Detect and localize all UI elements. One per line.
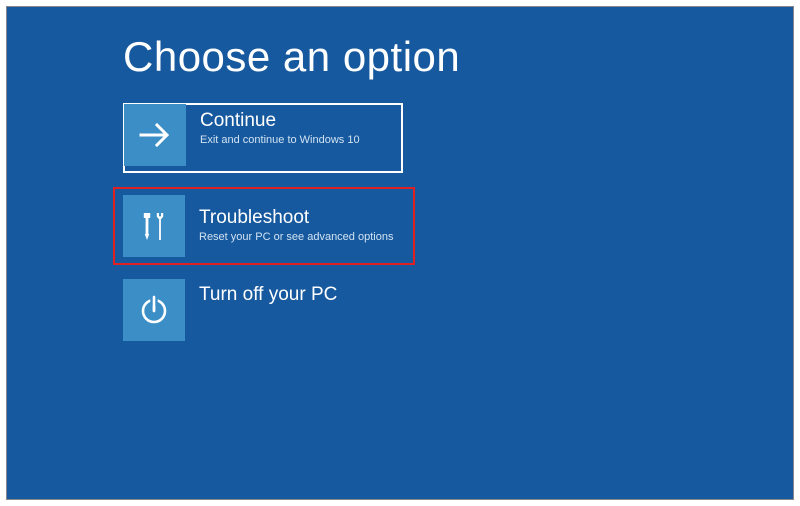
page-title: Choose an option (123, 33, 460, 81)
option-continue-text: Continue Exit and continue to Windows 10 (186, 105, 360, 147)
power-icon (123, 279, 185, 341)
option-troubleshoot[interactable]: Troubleshoot Reset your PC or see advanc… (113, 187, 415, 265)
option-subtitle: Exit and continue to Windows 10 (200, 134, 360, 147)
option-turnoff-text: Turn off your PC (185, 279, 337, 308)
option-title: Turn off your PC (199, 285, 337, 306)
option-turnoff[interactable]: Turn off your PC (123, 279, 403, 345)
option-continue[interactable]: Continue Exit and continue to Windows 10 (123, 103, 403, 173)
option-troubleshoot-text: Troubleshoot Reset your PC or see advanc… (185, 208, 393, 244)
recovery-screen: Choose an option Continue Exit and conti… (6, 6, 794, 500)
options-list: Continue Exit and continue to Windows 10 (123, 103, 403, 359)
option-title: Continue (200, 111, 360, 132)
arrow-right-icon (124, 104, 186, 166)
option-subtitle: Reset your PC or see advanced options (199, 231, 393, 244)
tools-icon (123, 195, 185, 257)
option-title: Troubleshoot (199, 208, 393, 229)
